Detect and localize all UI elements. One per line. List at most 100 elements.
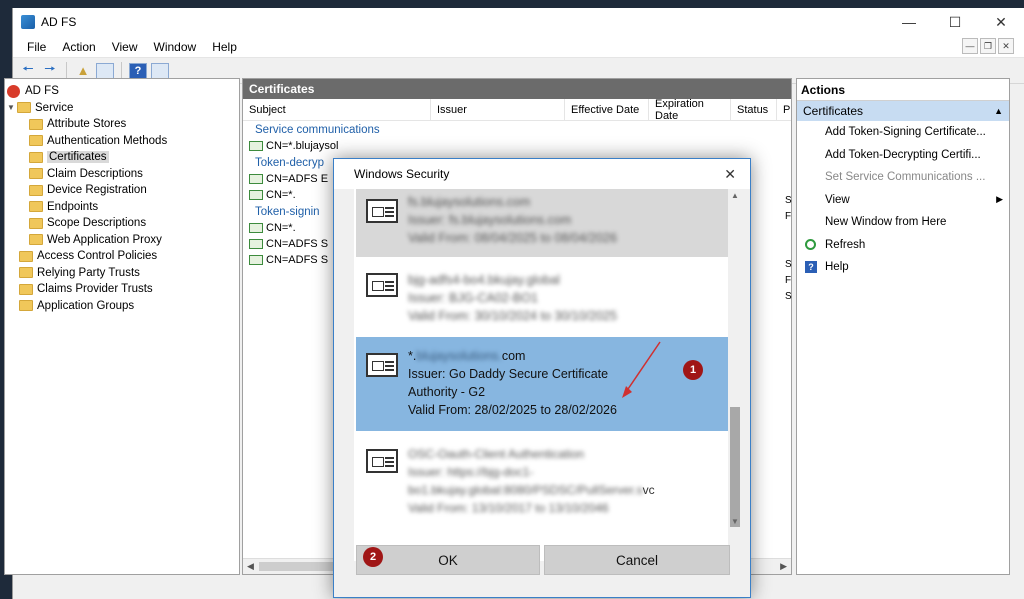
mdi-minimize-icon[interactable]: —: [962, 38, 978, 54]
certificate-icon: [366, 449, 398, 473]
pane-header: Certificates: [243, 79, 791, 99]
tree-item-application-groups[interactable]: Application Groups: [5, 298, 239, 315]
action-add-token-signing[interactable]: Add Token-Signing Certificate...: [797, 121, 1009, 144]
folder-icon: [19, 250, 33, 262]
tree-service[interactable]: ▼ Service: [5, 100, 239, 117]
annotation-badge-1: 1: [683, 360, 703, 380]
folder-icon: [29, 135, 43, 147]
tree-item-authentication-methods[interactable]: Authentication Methods: [5, 133, 239, 150]
mdi-close-icon[interactable]: ✕: [998, 38, 1014, 54]
cert-option-dsc-oauth[interactable]: OSC-Oauth-Client Authentication Issuer: …: [356, 435, 728, 531]
folder-icon: [29, 184, 43, 196]
show-action-pane-icon[interactable]: [151, 62, 169, 79]
title-bar: AD FS — ☐ ✕: [13, 8, 1024, 36]
collapse-up-icon[interactable]: ▲: [994, 106, 1003, 116]
adfs-root-icon: [7, 84, 20, 98]
show-hide-tree-icon[interactable]: [96, 62, 114, 79]
certificate-icon: [366, 199, 398, 223]
minimize-icon[interactable]: —: [886, 8, 932, 36]
up-folder-icon[interactable]: ▲: [74, 62, 92, 80]
tree-item-device-registration[interactable]: Device Registration: [5, 182, 239, 199]
action-help[interactable]: ? Help: [797, 256, 1009, 279]
tree-item-relying-party-trusts[interactable]: Relying Party Trusts: [5, 265, 239, 282]
column-headers: Subject Issuer Effective Date Expiration…: [243, 98, 791, 122]
folder-icon: [29, 168, 43, 180]
folder-icon: [29, 234, 43, 246]
tree-item-web-application-proxy[interactable]: Web Application Proxy: [5, 232, 239, 249]
dialog-title-bar: Windows Security ✕: [334, 159, 750, 189]
actions-section-certificates[interactable]: Certificates ▲: [797, 101, 1009, 121]
dialog-close-icon[interactable]: ✕: [724, 166, 736, 183]
folder-icon: [19, 300, 33, 312]
tree-item-certificates[interactable]: Certificates: [5, 149, 239, 166]
tree-item-endpoints[interactable]: Endpoints: [5, 199, 239, 216]
certificate-icon: [366, 273, 398, 297]
scroll-down-icon[interactable]: ▼: [728, 517, 742, 526]
tree-item-claim-descriptions[interactable]: Claim Descriptions: [5, 166, 239, 183]
menu-action[interactable]: Action: [54, 40, 103, 54]
cert-option-fs[interactable]: fs.blujaysolutions.com Issuer: fs.blujay…: [356, 189, 728, 257]
action-set-service-communications: Set Service Communications ...: [825, 171, 986, 184]
status-column-glimpse: S F S F S: [785, 195, 792, 302]
action-view[interactable]: View ▶: [797, 189, 1009, 212]
scroll-left-icon[interactable]: ◀: [247, 561, 254, 572]
col-primary[interactable]: P: [777, 99, 791, 121]
close-icon[interactable]: ✕: [978, 8, 1024, 36]
tree-root[interactable]: AD FS: [5, 83, 239, 100]
console-tree: AD FS ▼ Service Attribute Stores Authent…: [4, 78, 240, 575]
dialog-vertical-scrollbar[interactable]: ▲ ▼: [728, 189, 742, 561]
cert-option-adfs4[interactable]: bjg-adfs4-bo4.bkujay.global Issuer: BJG-…: [356, 261, 728, 333]
tree-item-access-control-policies[interactable]: Access Control Policies: [5, 248, 239, 265]
menu-bar: File Action View Window Help — ❐ ✕: [13, 36, 1024, 58]
certificate-icon: [249, 223, 263, 233]
window-title: AD FS: [41, 15, 77, 29]
tree-item-scope-descriptions[interactable]: Scope Descriptions: [5, 215, 239, 232]
action-add-token-decrypting[interactable]: Add Token-Decrypting Certifi...: [797, 144, 1009, 167]
scroll-up-icon[interactable]: ▲: [728, 191, 742, 200]
col-expiration-date[interactable]: Expiration Date: [649, 98, 731, 122]
col-effective-date[interactable]: Effective Date: [565, 98, 649, 121]
action-refresh[interactable]: Refresh: [797, 234, 1009, 257]
maximize-icon[interactable]: ☐: [932, 8, 978, 36]
folder-icon: [19, 283, 33, 295]
table-row[interactable]: CN=*.blujaysol: [243, 138, 791, 154]
actions-header: Actions: [797, 79, 1009, 101]
ok-button[interactable]: OK: [356, 545, 540, 575]
col-subject[interactable]: Subject: [243, 98, 431, 121]
forward-arrow-icon[interactable]: 🠖: [41, 61, 59, 80]
actions-pane: Actions Certificates ▲ Add Token-Signing…: [796, 78, 1010, 575]
scroll-right-icon[interactable]: ▶: [780, 561, 787, 572]
cert-option-godaddy-selected[interactable]: *.blujaysolutions.com Issuer: Go Daddy S…: [356, 337, 728, 431]
cancel-button[interactable]: Cancel: [544, 545, 730, 575]
submenu-arrow-icon: ▶: [996, 194, 1003, 205]
toolbar-separator: [66, 61, 67, 80]
tree-item-attribute-stores[interactable]: Attribute Stores: [5, 116, 239, 133]
menu-view[interactable]: View: [104, 40, 146, 54]
window-controls: — ☐ ✕: [886, 8, 1024, 36]
expand-chevron-icon[interactable]: ▼: [5, 103, 17, 112]
mdi-restore-icon[interactable]: ❐: [980, 38, 996, 54]
annotation-arrow: [622, 341, 661, 398]
folder-icon: [17, 102, 31, 114]
scroll-thumb[interactable]: [730, 407, 740, 527]
action-new-window[interactable]: New Window from Here: [797, 211, 1009, 234]
col-status[interactable]: Status: [731, 98, 777, 121]
dialog-title: Windows Security: [354, 167, 450, 181]
back-arrow-icon[interactable]: 🠔: [19, 61, 37, 80]
folder-icon: [29, 118, 43, 130]
help-icon: ?: [805, 261, 817, 274]
tree-item-claims-provider-trusts[interactable]: Claims Provider Trusts: [5, 281, 239, 298]
certificate-icon: [249, 141, 263, 151]
folder-icon: [19, 267, 33, 279]
certificate-icon: [249, 255, 263, 265]
annotation-badge-2: 2: [363, 547, 383, 567]
certificate-icon: [366, 353, 398, 377]
folder-icon: [29, 201, 43, 213]
help-icon[interactable]: ?: [129, 62, 147, 79]
menu-help[interactable]: Help: [204, 40, 245, 54]
menu-window[interactable]: Window: [146, 40, 205, 54]
col-issuer[interactable]: Issuer: [431, 98, 565, 121]
toolbar-separator: [121, 61, 122, 80]
menu-file[interactable]: File: [19, 40, 54, 54]
refresh-icon: [805, 239, 816, 251]
